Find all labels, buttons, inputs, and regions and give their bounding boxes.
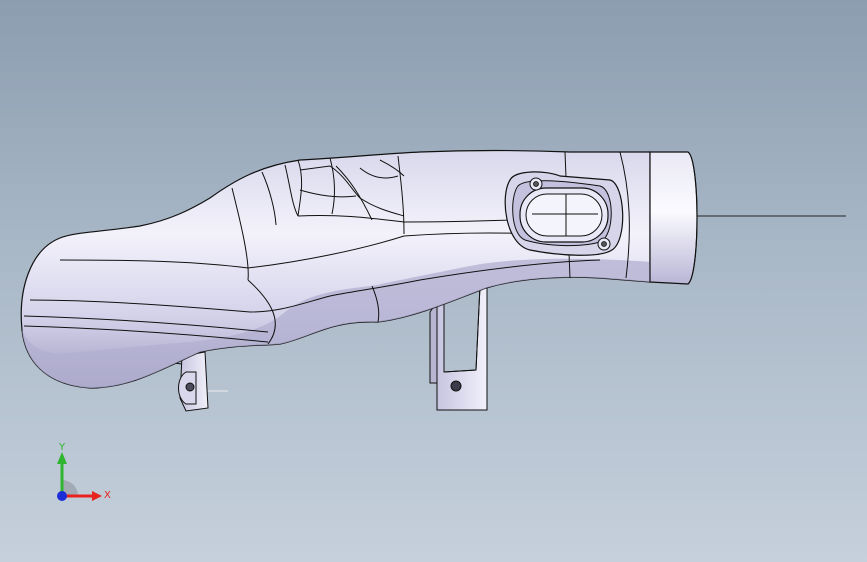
cad-model-view[interactable]	[0, 0, 867, 562]
bracket-hole	[450, 380, 462, 392]
x-axis-label: X	[104, 490, 111, 501]
z-axis-icon	[57, 491, 67, 501]
view-orientation-triad[interactable]: Y X	[40, 438, 120, 518]
bracket-hole-left	[185, 382, 195, 392]
graphics-viewport[interactable]: Y X	[0, 0, 867, 562]
y-axis-label: Y	[58, 442, 66, 453]
oval-port-flange[interactable]	[504, 171, 624, 256]
